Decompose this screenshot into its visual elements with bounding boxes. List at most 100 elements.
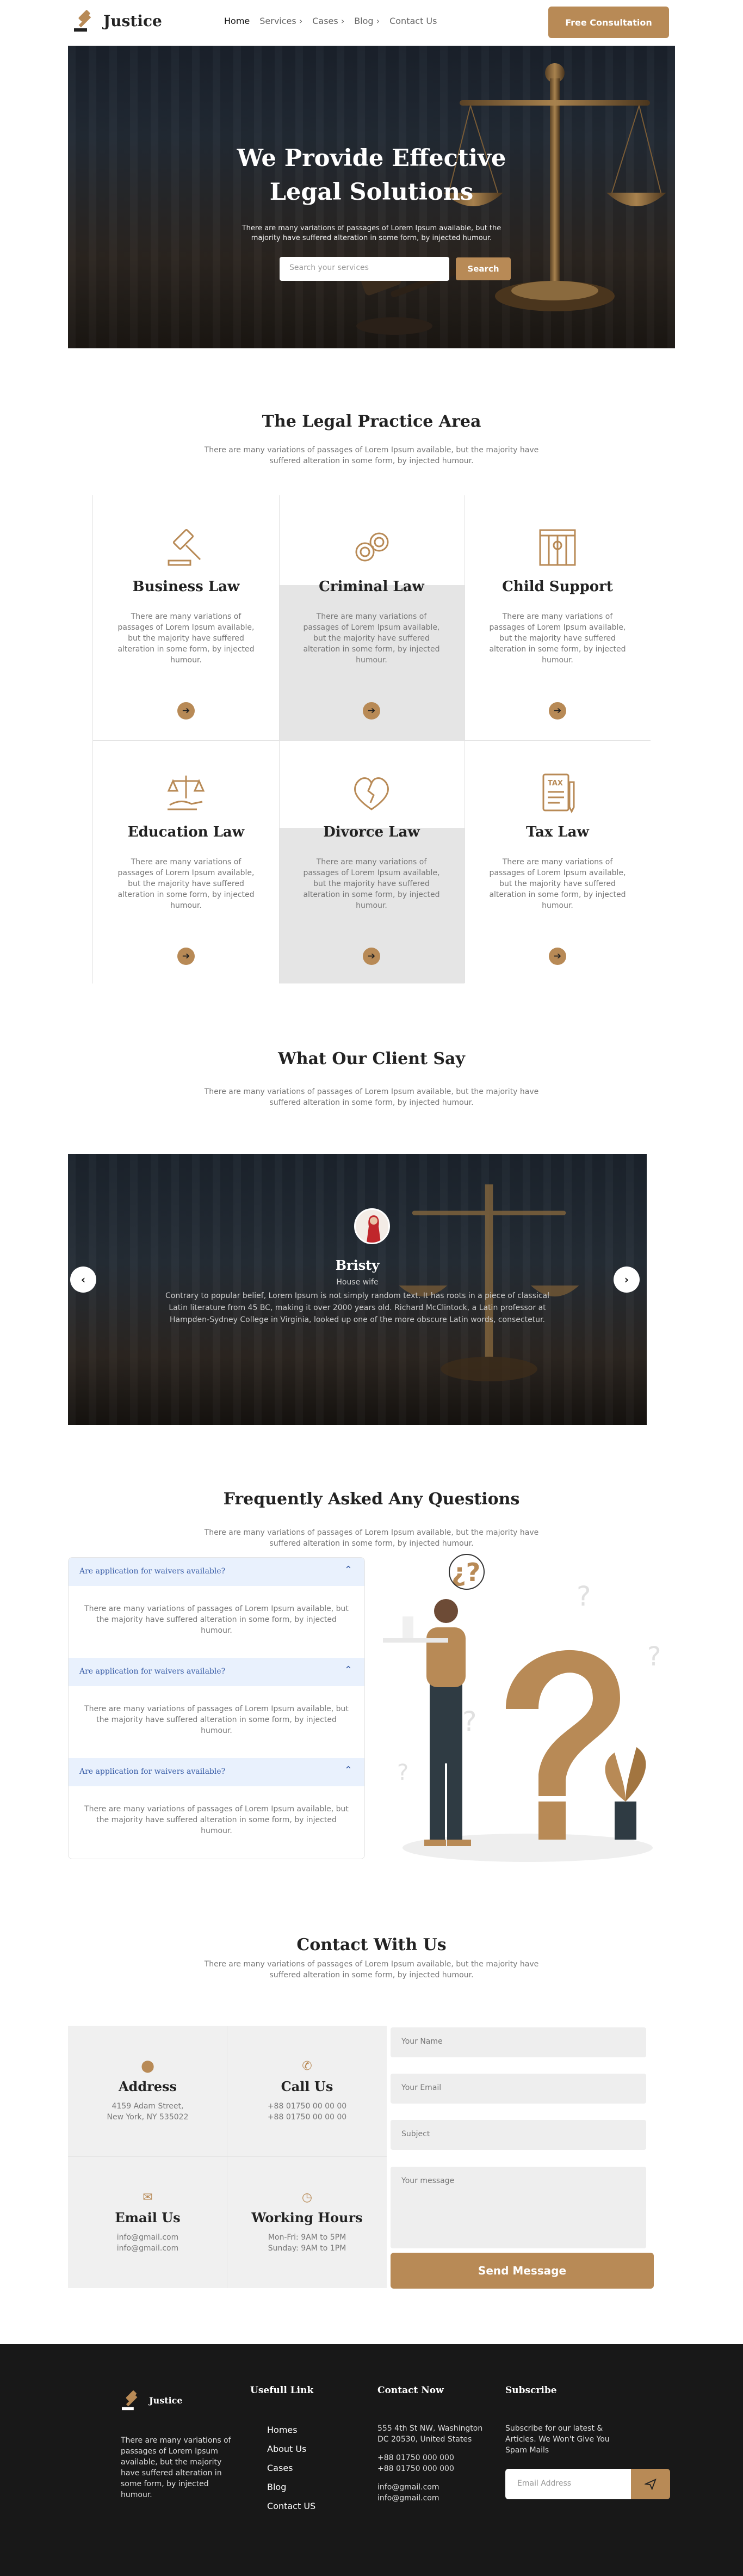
clock-icon: ◷ — [301, 2191, 313, 2204]
slider-next-button[interactable]: › — [614, 1267, 640, 1293]
client-name: Bristy — [335, 1257, 380, 1273]
hero-search-input[interactable]: Search your services — [280, 257, 449, 281]
footer-subscribe-title: Subscribe — [505, 2385, 557, 2396]
send-message-button[interactable]: Send Message — [391, 2253, 654, 2289]
nav-contact[interactable]: Contact Us — [389, 16, 437, 26]
testimonial-slider: Bristy House wife Contrary to popular be… — [68, 1154, 647, 1425]
contact-call-title: Call Us — [281, 2079, 333, 2094]
card-title: Education Law — [127, 824, 245, 840]
mail-icon: ✉ — [143, 2191, 153, 2204]
card-text: There are many variations of passages of… — [303, 612, 440, 665]
free-consultation-button[interactable]: Free Consultation — [548, 7, 669, 38]
hero-search-button[interactable]: Search — [456, 257, 511, 280]
card-text: There are many variations of passages of… — [303, 858, 440, 910]
subject-field[interactable]: Subject — [391, 2120, 646, 2150]
hero-title-line2: Legal Solutions — [269, 179, 474, 206]
faq-answer: There are many variations of passages of… — [84, 1705, 349, 1735]
handcuffs-icon — [355, 532, 389, 562]
footer-phone1[interactable]: +88 01750 000 000 — [377, 2452, 454, 2463]
svg-text:?: ? — [647, 1641, 661, 1672]
contact-email1[interactable]: info@gmail.com — [68, 2233, 227, 2242]
contact-hours-title: Working Hours — [251, 2210, 363, 2225]
nav-cases[interactable]: Cases › — [312, 16, 344, 26]
contact-address-title: Address — [118, 2079, 177, 2094]
main-nav: Home Services › Cases › Blog › Contact U… — [224, 16, 437, 26]
subscribe-email-input[interactable]: Email Address — [505, 2469, 633, 2499]
broken-heart-icon — [354, 777, 389, 810]
chevron-right-icon: › — [340, 16, 345, 26]
contact-phone2[interactable]: +88 01750 00 00 00 — [227, 2113, 387, 2122]
nav-services[interactable]: Services › — [259, 16, 302, 26]
practice-card-child-support[interactable]: Child Support There are many variations … — [465, 495, 650, 740]
jail-icon — [539, 529, 576, 566]
card-title: Tax Law — [526, 824, 589, 840]
site-footer — [0, 2344, 743, 2576]
practice-card-business-law[interactable]: Business Law There are many variations o… — [94, 495, 278, 740]
site-header: Justice Home Services › Cases › Blog › C… — [0, 0, 743, 46]
testimonials-subtitle: There are many variations of passages of… — [204, 1087, 539, 1107]
email-field[interactable]: Your Email — [391, 2074, 646, 2104]
grid-divider — [92, 495, 93, 740]
contact-hours: ◷ Working Hours Mon-Fri: 9AM to 5PM Sund… — [227, 2157, 387, 2288]
nav-contact-label: Contact Us — [389, 16, 437, 26]
practice-card-criminal-law[interactable]: Criminal Law There are many variations o… — [279, 495, 464, 740]
nav-home[interactable]: Home — [224, 16, 250, 26]
name-field[interactable]: Your Name — [391, 2027, 646, 2057]
practice-card-tax-law[interactable]: TAX Tax Law There are many variations of… — [465, 741, 650, 983]
footer-link-about[interactable]: About Us — [267, 2444, 306, 2454]
footer-link-homes[interactable]: Homes — [267, 2425, 298, 2435]
card-text: There are many variations of passages of… — [489, 858, 626, 910]
client-avatar — [354, 1208, 390, 1244]
contact-address-line2: New York, NY 535022 — [107, 2113, 189, 2122]
faq-title: Frequently Asked Any Questions — [223, 1490, 520, 1509]
footer-link-cases[interactable]: Cases — [267, 2463, 293, 2473]
arrow-right-icon[interactable]: ➔ — [363, 948, 380, 965]
footer-phone2[interactable]: +88 01750 000 000 — [377, 2463, 454, 2474]
practice-card-education-law[interactable]: Education Law There are many variations … — [94, 741, 278, 983]
footer-email1[interactable]: info@gmail.com — [377, 2482, 439, 2493]
slider-prev-button[interactable]: ‹ — [70, 1267, 96, 1293]
message-field[interactable]: Your message — [391, 2167, 646, 2248]
faq-question[interactable]: Are application for waivers available? ⌃ — [69, 1558, 364, 1586]
arrow-right-icon[interactable]: ➔ — [549, 948, 566, 965]
subscribe-button[interactable] — [631, 2469, 670, 2499]
grid-divider — [92, 741, 93, 983]
contact-phone1[interactable]: +88 01750 00 00 00 — [227, 2102, 387, 2111]
faq-question[interactable]: Are application for waivers available? ⌃ — [69, 1658, 364, 1686]
logo[interactable]: Justice — [73, 9, 162, 33]
footer-links-title: Usefull Link — [250, 2385, 314, 2396]
practice-subtitle: There are many variations of passages of… — [204, 446, 539, 465]
footer-logo[interactable]: Justice — [121, 2389, 183, 2411]
chevron-right-icon: › — [376, 16, 380, 26]
faq-answer: There are many variations of passages of… — [84, 1604, 349, 1635]
footer-link-blog[interactable]: Blog — [267, 2482, 286, 2492]
nav-blog-label: Blog — [354, 16, 374, 26]
card-title: Criminal Law — [319, 579, 424, 595]
card-text: There are many variations of passages of… — [117, 612, 255, 665]
arrow-right-icon[interactable]: ➔ — [549, 702, 566, 720]
footer-link-contact[interactable]: Contact US — [267, 2501, 315, 2511]
card-text: There are many variations of passages of… — [117, 858, 255, 910]
arrow-right-icon[interactable]: ➔ — [177, 948, 195, 965]
card-title: Child Support — [502, 579, 613, 595]
arrow-right-icon[interactable]: ➔ — [177, 702, 195, 720]
contact-subtitle: There are many variations of passages of… — [204, 1960, 539, 1979]
svg-text:?: ? — [577, 1581, 591, 1612]
hero-title: We Provide Effective Legal Solutions — [68, 142, 675, 209]
faq-question[interactable]: Are application for waivers available? ⌃ — [69, 1758, 364, 1786]
contact-hours-line2: Sunday: 9AM to 1PM — [268, 2244, 346, 2253]
arrow-right-icon[interactable]: ➔ — [363, 702, 380, 720]
nav-blog[interactable]: Blog › — [354, 16, 380, 26]
chevron-right-icon: › — [624, 1273, 629, 1286]
contact-email2[interactable]: info@gmail.com — [68, 2244, 227, 2253]
practice-card-divorce-law[interactable]: Divorce Law There are many variations of… — [279, 741, 464, 983]
contact-hours-line1: Mon-Fri: 9AM to 5PM — [268, 2233, 346, 2242]
gavel-logo-icon — [74, 10, 91, 32]
footer-email2[interactable]: info@gmail.com — [377, 2493, 439, 2504]
svg-text:?: ? — [397, 1760, 408, 1785]
scales-hand-icon — [167, 776, 205, 810]
nav-cases-label: Cases — [312, 16, 338, 26]
card-title: Business Law — [132, 579, 240, 595]
card-title: Divorce Law — [323, 824, 420, 840]
chevron-up-icon: ⌃ — [344, 1664, 352, 1676]
